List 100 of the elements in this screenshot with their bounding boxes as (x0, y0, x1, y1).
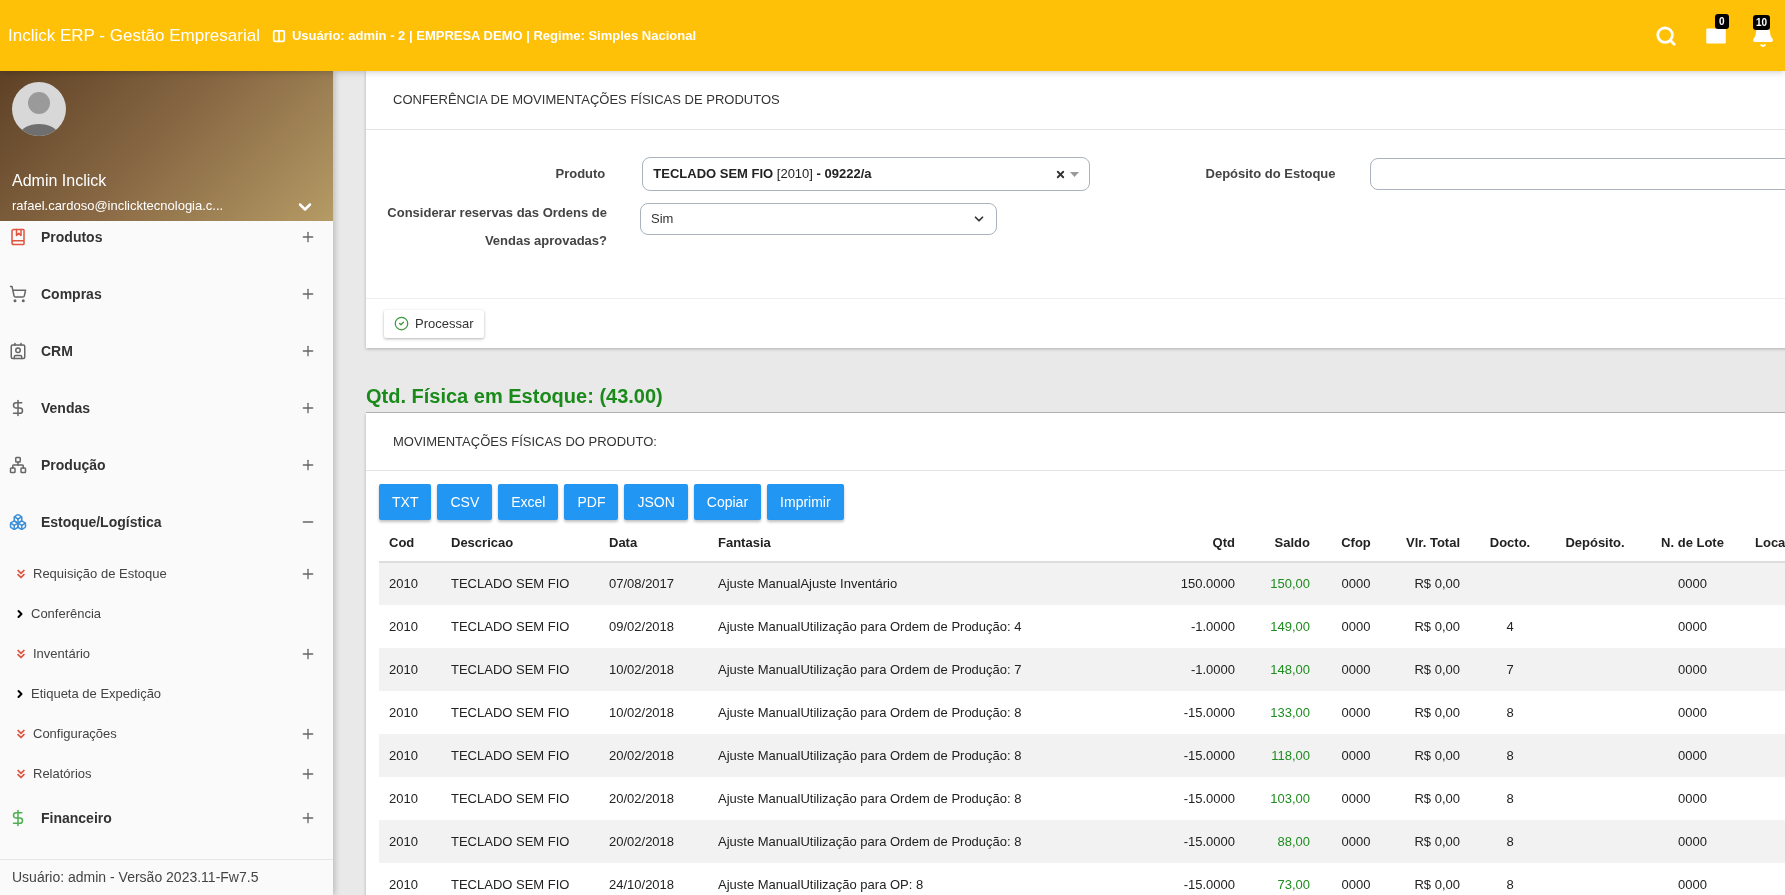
boxes-icon (9, 513, 27, 531)
expand-icon[interactable] (300, 343, 316, 359)
table-cell: 0000 (1640, 777, 1745, 820)
column-header[interactable]: Loca (1745, 525, 1785, 562)
table-cell: R$ 0,00 (1392, 648, 1470, 691)
mail-button[interactable]: 0 (1703, 13, 1733, 49)
column-header[interactable]: Descricao (441, 525, 599, 562)
column-header[interactable]: Cfop (1320, 525, 1392, 562)
table-cell: Ajuste ManualUtilização para OP: 8 (708, 863, 1160, 895)
expand-icon[interactable] (300, 646, 316, 662)
table-cell: R$ 0,00 (1392, 562, 1470, 605)
expand-icon[interactable] (300, 400, 316, 416)
table-cell: Ajuste ManualUtilização para Ordem de Produção: 8 (708, 691, 1160, 734)
avatar (12, 82, 66, 136)
expand-icon[interactable] (300, 766, 316, 782)
product-select[interactable]: TECLADO SEM FIO [2010] - 09222/a (642, 157, 1091, 191)
table-cell: -15.0000 (1160, 777, 1245, 820)
clear-icon[interactable] (1055, 168, 1067, 180)
column-header[interactable]: N. de Lote (1640, 525, 1745, 562)
table-cell: Ajuste ManualUtilização para Ordem de Produção: 7 (708, 648, 1160, 691)
table-cell: R$ 0,00 (1392, 820, 1470, 863)
table-cell: 7 (1470, 648, 1550, 691)
expand-icon[interactable] (300, 457, 316, 473)
column-header[interactable]: Qtd (1160, 525, 1245, 562)
dropdown-arrow-icon (1070, 171, 1080, 177)
column-header[interactable]: Fantasia (708, 525, 1160, 562)
table-cell: 10/02/2018 (599, 691, 708, 734)
sidebar-item[interactable]: Estoque/Logística (0, 506, 333, 554)
cart-icon (9, 285, 27, 303)
deposit-select[interactable] (1369, 158, 1785, 190)
table-cell: -15.0000 (1160, 820, 1245, 863)
sidebar-subitem[interactable]: Inventário (0, 634, 333, 674)
table-cell: Ajuste ManualUtilização para Ordem de Produção: 8 (708, 820, 1160, 863)
table-cell: TECLADO SEM FIO (441, 691, 599, 734)
expand-icon[interactable] (300, 286, 316, 302)
table-cell: 0000 (1640, 863, 1745, 895)
table-cell: 0000 (1320, 863, 1392, 895)
version-info: Usuário: admin - Versão 2023.11-Fw7.5 (12, 868, 259, 887)
sidebar-subitem[interactable]: Etiqueta de Expedição (0, 674, 333, 714)
column-header[interactable]: Docto. (1470, 525, 1550, 562)
field-label: Produto (554, 165, 606, 184)
user-name: Admin Inclick (12, 171, 108, 191)
table-cell: TECLADO SEM FIO (441, 605, 599, 648)
table-cell: TECLADO SEM FIO (441, 734, 599, 777)
table-cell: 0000 (1640, 562, 1745, 605)
expand-icon[interactable] (300, 726, 316, 742)
column-header[interactable]: Vlr. Total (1392, 525, 1470, 562)
table-cell: 2010 (379, 777, 441, 820)
table-cell: -1.0000 (1160, 648, 1245, 691)
table-cell: 0000 (1320, 820, 1392, 863)
table-cell: 2010 (379, 691, 441, 734)
table-cell: 0000 (1640, 648, 1745, 691)
card-title: CONFERÊNCIA DE MOVIMENTAÇÕES FÍSICAS DE PRODUTOS (393, 91, 780, 110)
table-cell: R$ 0,00 (1392, 863, 1470, 895)
table-cell: R$ 0,00 (1392, 777, 1470, 820)
process-button[interactable]: Processar (384, 309, 484, 338)
column-header[interactable]: Depósito. (1550, 525, 1640, 562)
sidebar-subitem[interactable]: Requisição de Estoque (0, 554, 333, 594)
sidebar-item[interactable]: Vendas (0, 392, 333, 449)
table-cell: 0000 (1640, 734, 1745, 777)
table-cell: 148,00 (1245, 648, 1320, 691)
table-cell: 24/10/2018 (599, 863, 708, 895)
notification-count-badge: 10 (1753, 14, 1771, 30)
check-circle-icon (394, 316, 409, 331)
card-title: MOVIMENTAÇÕES FÍSICAS DO PRODUTO: (393, 432, 657, 451)
sidebar-subitem[interactable]: Relatórios (0, 754, 333, 794)
book-icon (9, 228, 27, 246)
table-cell: -1.0000 (1160, 605, 1245, 648)
table-cell: TECLADO SEM FIO (441, 648, 599, 691)
search-icon (1655, 24, 1677, 47)
reserve-select[interactable]: Sim (640, 203, 997, 235)
notifications-button[interactable]: 10 (1751, 14, 1775, 48)
expand-icon[interactable] (300, 810, 316, 826)
table-cell: 0000 (1640, 691, 1745, 734)
table-cell: 10/02/2018 (599, 648, 708, 691)
column-header[interactable]: Saldo (1245, 525, 1320, 562)
table-cell: 103,00 (1245, 777, 1320, 820)
sidebar-item[interactable]: Compras (0, 278, 333, 335)
column-header[interactable]: Cod (379, 525, 441, 562)
table-cell: 2010 (379, 820, 441, 863)
stock-quantity-heading: Qtd. Física em Estoque: (43.00) (366, 385, 663, 407)
expand-icon[interactable] (300, 566, 316, 582)
user-email: rafael.cardoso@inclicktecnologia.c... (12, 198, 224, 213)
double-chevron-icon (14, 727, 28, 741)
table-cell: 09/02/2018 (599, 605, 708, 648)
table-cell: 150,00 (1245, 562, 1320, 605)
sidebar-item[interactable]: Produção (0, 449, 333, 506)
sidebar-item[interactable]: CRM (0, 335, 333, 392)
table-cell: 0000 (1320, 777, 1392, 820)
table-cell: 8 (1470, 777, 1550, 820)
sidebar-subitem[interactable]: Configurações (0, 714, 333, 754)
table-cell: R$ 0,00 (1392, 734, 1470, 777)
sidebar-subitem[interactable]: Conferência (0, 594, 333, 634)
mail-count-badge: 0 (1715, 13, 1729, 29)
sidebar-item[interactable]: Produtos (0, 221, 333, 278)
double-chevron-icon (14, 767, 28, 781)
table-cell: 2010 (379, 734, 441, 777)
column-header[interactable]: Data (599, 525, 708, 562)
expand-icon[interactable] (300, 229, 316, 245)
sidebar-item[interactable]: Financeiro (0, 802, 333, 859)
